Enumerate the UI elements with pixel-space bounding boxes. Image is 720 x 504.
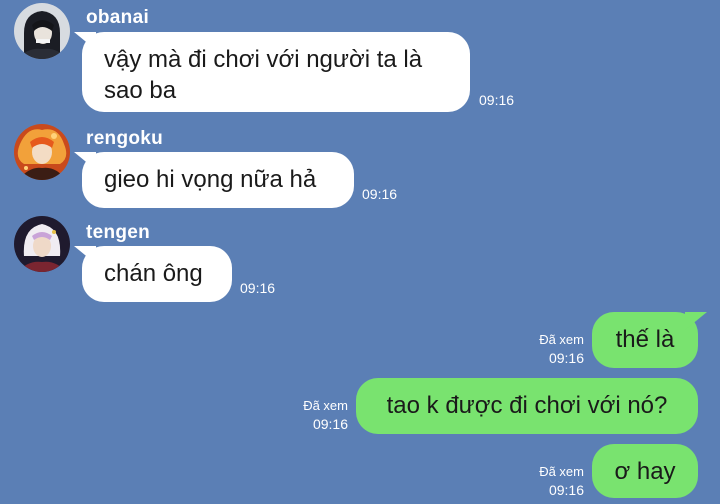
message-bubble[interactable]: ơ hay (592, 444, 698, 498)
message-text: tao k được đi chơi với nó? (386, 392, 668, 419)
message-bubble[interactable]: thế là (592, 312, 698, 368)
message-time: 09:16 (548, 350, 584, 366)
message-bubble[interactable]: gieo hi vọng nữa hả (82, 152, 354, 208)
message-time: 09:16 (312, 416, 348, 432)
message-text: ơ hay (614, 458, 676, 485)
avatar-rengoku[interactable] (14, 124, 70, 180)
message-bubble[interactable]: vậy mà đi chơi với người ta là sao ba (82, 32, 470, 112)
message-time: 09:16 (240, 280, 276, 296)
seen-label: Đã xem (539, 464, 584, 479)
sender-name: rengoku (86, 128, 164, 149)
seen-label: Đã xem (303, 398, 348, 413)
message-time: 09:16 (479, 92, 515, 108)
avatar-tengen[interactable] (14, 216, 70, 272)
message-time: 09:16 (362, 186, 398, 202)
message-text: thế là (615, 326, 675, 353)
seen-label: Đã xem (539, 332, 584, 347)
message-status: Đã xem 09:16 (520, 330, 584, 368)
message-status: Đã xem 09:16 (284, 396, 348, 434)
sender-name: obanai (86, 7, 150, 28)
message-bubble[interactable]: chán ông (82, 246, 232, 302)
message-status: Đã xem 09:16 (520, 462, 584, 500)
message-text: vậy mà đi chơi với người ta là sao ba (104, 46, 423, 104)
message-text: gieo hi vọng nữa hả (104, 166, 317, 193)
message-time: 09:16 (548, 482, 584, 498)
avatar-obanai[interactable] (14, 3, 70, 59)
message-text: chán ông (104, 260, 203, 287)
sender-name: tengen (86, 222, 151, 243)
message-bubble[interactable]: tao k được đi chơi với nó? (356, 378, 698, 434)
